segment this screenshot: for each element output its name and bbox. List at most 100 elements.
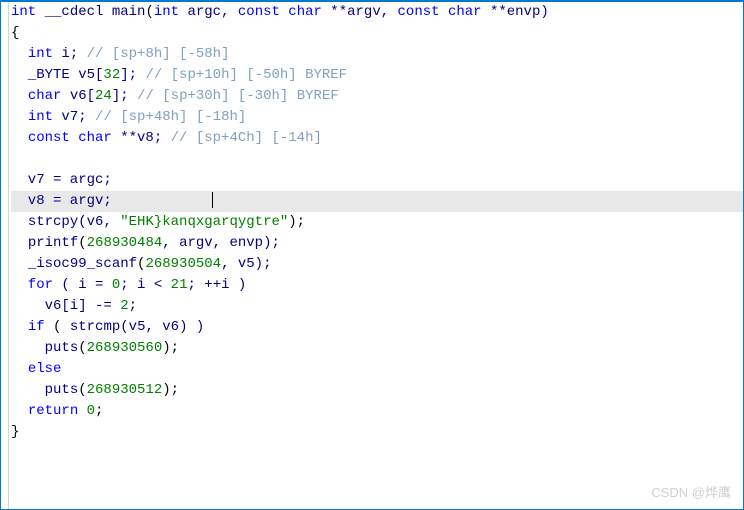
- code-line[interactable]: printf(268930484, argv, envp);: [11, 233, 743, 254]
- function-call: puts: [45, 340, 79, 356]
- token: , v5);: [221, 256, 271, 272]
- token: [11, 277, 28, 293]
- token: **v8;: [112, 130, 171, 146]
- line-gutter: [1, 2, 9, 509]
- code-line[interactable]: int v7; // [sp+48h] [-18h]: [11, 107, 743, 128]
- token: (: [78, 235, 86, 251]
- token: (: [45, 319, 70, 335]
- number: 268930484: [87, 235, 163, 251]
- function-call: strcmp: [70, 319, 120, 335]
- number: 268930560: [87, 340, 163, 356]
- code-line[interactable]: const char **v8; // [sp+4Ch] [-14h]: [11, 128, 743, 149]
- token: );: [162, 340, 179, 356]
- code-line[interactable]: v6[i] -= 2;: [11, 296, 743, 317]
- keyword: const char: [398, 4, 482, 20]
- text-cursor: [212, 192, 213, 208]
- keyword: char: [28, 88, 62, 104]
- token: v7;: [53, 109, 95, 125]
- code-line[interactable]: char v6[24]; // [sp+30h] [-30h] BYREF: [11, 86, 743, 107]
- code-line[interactable]: int __cdecl main(int argc, const char **…: [11, 2, 743, 23]
- code-line[interactable]: }: [11, 422, 743, 443]
- token: [11, 88, 28, 104]
- code-line[interactable]: strcpy(v6, "EHK}kanqxgarqygtre");: [11, 212, 743, 233]
- brace: }: [11, 424, 19, 440]
- code-line[interactable]: puts(268930512);: [11, 380, 743, 401]
- number: 21: [171, 277, 188, 293]
- token: [11, 361, 28, 377]
- token: ;: [95, 403, 103, 419]
- code-content[interactable]: int __cdecl main(int argc, const char **…: [1, 2, 743, 443]
- token: [11, 214, 28, 230]
- token: [11, 382, 45, 398]
- token: [11, 256, 28, 272]
- keyword: return: [28, 403, 78, 419]
- keyword: for: [28, 277, 53, 293]
- function-call: puts: [45, 382, 79, 398]
- token: (v5, v6) ): [120, 319, 204, 335]
- keyword: int: [28, 109, 53, 125]
- code-line[interactable]: else: [11, 359, 743, 380]
- comment: // [sp+48h] [-18h]: [95, 109, 246, 125]
- token: [11, 340, 45, 356]
- comment: // [sp+10h] [-50h] BYREF: [145, 67, 347, 83]
- function-call: _isoc99_scanf: [28, 256, 137, 272]
- token: );: [288, 214, 305, 230]
- number: 268930512: [87, 382, 163, 398]
- comment: // [sp+30h] [-30h] BYREF: [137, 88, 339, 104]
- token: , argv, envp);: [162, 235, 280, 251]
- token: __cdecl: [36, 4, 112, 20]
- code-line[interactable]: for ( i = 0; i < 21; ++i ): [11, 275, 743, 296]
- code-line[interactable]: puts(268930560);: [11, 338, 743, 359]
- function-call: strcpy: [28, 214, 78, 230]
- code-line[interactable]: _isoc99_scanf(268930504, v5);: [11, 254, 743, 275]
- number: 268930504: [145, 256, 221, 272]
- keyword: int: [11, 4, 36, 20]
- token: ];: [120, 67, 145, 83]
- token: _BYTE v5[: [11, 67, 103, 83]
- token: [11, 235, 28, 251]
- number: 0: [87, 403, 95, 419]
- comment: // [sp+8h] [-58h]: [87, 46, 230, 62]
- token: v7 = argc;: [11, 172, 112, 188]
- code-line[interactable]: int i; // [sp+8h] [-58h]: [11, 44, 743, 65]
- keyword: else: [28, 361, 62, 377]
- code-line[interactable]: [11, 149, 743, 170]
- token: i;: [53, 46, 87, 62]
- token: ; i <: [120, 277, 170, 293]
- code-editor[interactable]: int __cdecl main(int argc, const char **…: [0, 0, 744, 510]
- token: ];: [112, 88, 137, 104]
- code-line[interactable]: v7 = argc;: [11, 170, 743, 191]
- token: [11, 403, 28, 419]
- keyword: const char: [238, 4, 322, 20]
- token: ( i =: [53, 277, 112, 293]
- comment: // [sp+4Ch] [-14h]: [171, 130, 322, 146]
- code-line[interactable]: return 0;: [11, 401, 743, 422]
- code-line[interactable]: _BYTE v5[32]; // [sp+10h] [-50h] BYREF: [11, 65, 743, 86]
- function-name: main: [112, 4, 146, 20]
- token: v6[: [61, 88, 95, 104]
- token: [78, 403, 86, 419]
- function-call: printf: [28, 235, 78, 251]
- keyword: int: [28, 46, 53, 62]
- token: v8 = argv;: [11, 193, 112, 209]
- number: 0: [112, 277, 120, 293]
- token: (: [78, 382, 86, 398]
- code-line[interactable]: if ( strcmp(v5, v6) ): [11, 317, 743, 338]
- keyword: if: [28, 319, 45, 335]
- token: **envp): [482, 4, 549, 20]
- string-literal: "EHK}kanqxgarqygtre": [120, 214, 288, 230]
- token: );: [162, 382, 179, 398]
- token: [11, 319, 28, 335]
- token: ;: [129, 298, 137, 314]
- token: (: [145, 4, 153, 20]
- token: **argv,: [322, 4, 398, 20]
- token: (v6,: [78, 214, 120, 230]
- code-line[interactable]: {: [11, 23, 743, 44]
- token: [11, 109, 28, 125]
- code-line-highlighted[interactable]: v8 = argv;: [11, 191, 743, 212]
- token: argc,: [179, 4, 238, 20]
- brace: {: [11, 25, 19, 41]
- number: 2: [120, 298, 128, 314]
- token: v6[i] -=: [11, 298, 120, 314]
- number: 32: [103, 67, 120, 83]
